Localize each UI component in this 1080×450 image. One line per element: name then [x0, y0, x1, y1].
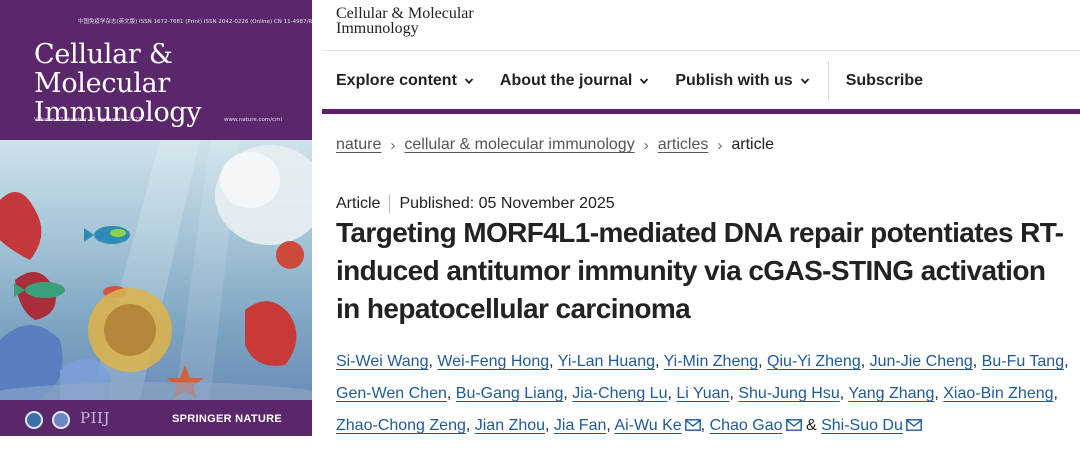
- society-seal-icon: [52, 411, 70, 429]
- nav-explore-content[interactable]: Explore content: [336, 72, 474, 90]
- author-link[interactable]: Bu-Gang Liang: [456, 385, 564, 402]
- author-link[interactable]: Jian Zhou: [475, 417, 545, 434]
- author-link[interactable]: Yi-Min Zheng: [664, 353, 759, 370]
- breadcrumb-separator-icon: ›: [390, 136, 396, 154]
- breadcrumb: nature › cellular & molecular immunology…: [336, 136, 774, 154]
- brand-line1: Cellular & Molecular: [336, 5, 474, 22]
- breadcrumb-separator-icon: ›: [643, 136, 649, 154]
- nav-publish-with-us[interactable]: Publish with us: [675, 72, 809, 90]
- breadcrumb-current: article: [731, 136, 775, 153]
- brand-line2: Immunology: [336, 20, 419, 37]
- cover-header: 中国免疫学杂志(英文版) ISSN 1672-7681 (Print) ISSN…: [0, 0, 312, 140]
- nav-explore-content-label: Explore content: [336, 72, 457, 89]
- chevron-down-icon: [640, 78, 649, 85]
- author-link[interactable]: Li Yuan: [676, 385, 729, 402]
- breadcrumb-articles[interactable]: articles: [658, 136, 709, 154]
- author-link[interactable]: Ai-Wu Ke: [614, 417, 681, 434]
- author-link[interactable]: Jia Fan: [554, 417, 606, 434]
- nav-subscribe[interactable]: Subscribe: [846, 72, 923, 90]
- author-link[interactable]: Gen-Wen Chen: [336, 385, 447, 402]
- nav-about-the-journal[interactable]: About the journal: [500, 72, 649, 90]
- mail-icon[interactable]: [684, 419, 701, 431]
- cover-url: www.nature.com/cmi: [223, 117, 282, 123]
- main-nav: Explore content About the journal Publis…: [336, 60, 949, 102]
- mail-icon[interactable]: [905, 419, 922, 431]
- breadcrumb-nature[interactable]: nature: [336, 136, 381, 154]
- nav-about-label: About the journal: [499, 72, 633, 89]
- nav-separator: [827, 61, 829, 101]
- piij-logo: PIIJ: [80, 409, 110, 427]
- journal-cover[interactable]: 中国免疫学杂志(英文版) ISSN 1672-7681 (Print) ISSN…: [0, 0, 312, 436]
- cover-footer: PIIJ SPRINGER NATURE: [0, 400, 312, 436]
- author-link[interactable]: Qiu-Yi Zheng: [767, 353, 861, 370]
- article-title: Targeting MORF4L1-mediated DNA repair po…: [336, 217, 1064, 324]
- article-type: Article: [336, 194, 381, 212]
- author-link[interactable]: Yang Zhang: [848, 385, 934, 402]
- author-link[interactable]: Zhao-Chong Zeng: [336, 417, 466, 434]
- cover-title-line1: Cellular & Molecular: [34, 39, 173, 99]
- nav-publish-label: Publish with us: [675, 72, 793, 89]
- breadcrumb-journal[interactable]: cellular & molecular immunology: [404, 136, 634, 154]
- chevron-down-icon: [800, 78, 809, 85]
- author-link[interactable]: Bu-Fu Tang: [982, 353, 1064, 370]
- author-joiner: &: [801, 417, 822, 434]
- cover-title: Cellular & Molecular Immunology: [34, 40, 304, 127]
- cover-illustration: [0, 140, 312, 400]
- brand-color-bar: [322, 109, 1080, 114]
- author-link[interactable]: Chao Gao: [710, 417, 783, 434]
- meta-separator: [389, 194, 391, 213]
- author-link[interactable]: Yi-Lan Huang: [558, 353, 655, 370]
- published-date: Published: 05 November 2025: [399, 194, 615, 212]
- coral-reef-illustration: [0, 140, 312, 400]
- journal-brand-logo[interactable]: Cellular & Molecular Immunology: [336, 5, 474, 37]
- author-link[interactable]: Jun-Jie Cheng: [870, 353, 973, 370]
- cover-volume: Volume 22 Number 12 December 2025: [34, 117, 142, 123]
- breadcrumb-separator-icon: ›: [717, 136, 723, 154]
- header-divider: [322, 50, 1080, 51]
- author-link[interactable]: Shu-Jung Hsu: [738, 385, 839, 402]
- cover-issn: 中国免疫学杂志(英文版) ISSN 1672-7681 (Print) ISSN…: [78, 19, 312, 25]
- article-meta: Article Published: 05 November 2025: [336, 194, 615, 213]
- author-link[interactable]: Jia-Cheng Lu: [572, 385, 667, 402]
- society-logo-icon: [25, 411, 43, 429]
- springer-nature-logo: SPRINGER NATURE: [171, 413, 282, 425]
- chevron-down-icon: [464, 78, 474, 85]
- author-link[interactable]: Si-Wei Wang: [336, 353, 428, 370]
- mail-icon[interactable]: [785, 419, 802, 431]
- author-list: Si-Wei Wang, Wei-Feng Hong, Yi-Lan Huang…: [336, 353, 1069, 434]
- author-link[interactable]: Wei-Feng Hong: [437, 353, 549, 370]
- author-link[interactable]: Xiao-Bin Zheng: [943, 385, 1053, 402]
- author-link[interactable]: Shi-Suo Du: [821, 417, 903, 434]
